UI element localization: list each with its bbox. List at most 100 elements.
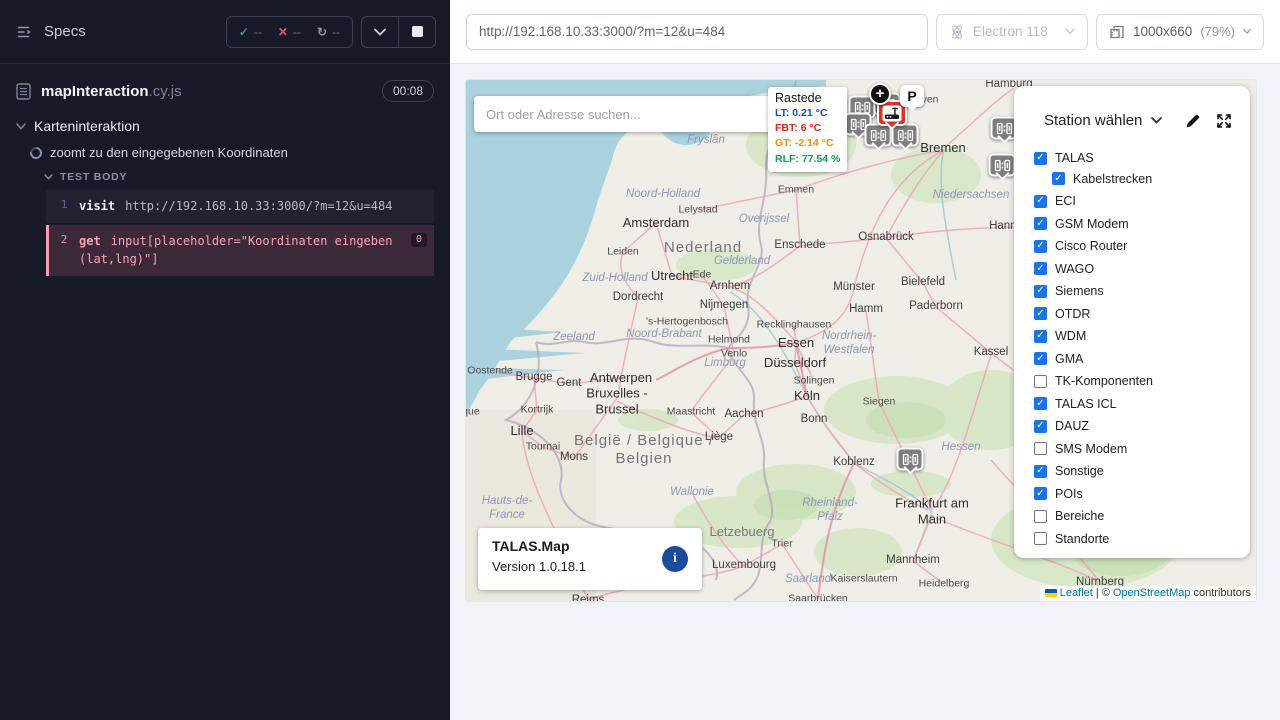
viewport-icon [1109, 24, 1125, 40]
tooltip-measurement: GT: -2.14 °C [775, 136, 840, 151]
station-filter-item[interactable]: ✓ GMA [1034, 352, 1250, 366]
browser-name: Electron 118 [973, 24, 1048, 39]
cluster-marker[interactable]: + [869, 83, 891, 105]
stop-button[interactable] [399, 17, 435, 47]
command-message: http://192.168.10.33:3000/?m=12&u=484 [125, 199, 392, 213]
station-filter-item[interactable]: ✓Sonstige [1034, 464, 1250, 478]
station-marker[interactable] [897, 448, 924, 471]
checkbox-checked-icon[interactable]: ✓ [1034, 330, 1047, 343]
spec-file-icon [16, 83, 31, 100]
tooltip-rows: LT: 0.21 °CFBT: 6 °CGT: -2.14 °CRLF: 77.… [775, 106, 840, 167]
tooltip-title: Rastede [775, 91, 840, 105]
chevron-down-icon [16, 123, 26, 130]
test-title: zoomt zu den eingegebenen Koordinaten [50, 145, 288, 160]
leaflet-link[interactable]: Leaflet [1060, 587, 1093, 599]
station-filter-item[interactable]: ✓WAGO [1034, 262, 1250, 276]
station-filter-item[interactable]: ✓ DAUZ [1034, 419, 1250, 433]
checkbox-checked-icon[interactable]: ✓ [1034, 352, 1047, 365]
checkbox-checked-icon[interactable]: ✓ [1052, 172, 1065, 185]
app-version: Version 1.0.18.1 [492, 559, 688, 574]
osm-link[interactable]: OpenStreetMap [1113, 587, 1191, 599]
suite-karteninteraktion[interactable]: Karteninteraktion [16, 118, 450, 134]
checkbox-checked-icon[interactable]: ✓ [1034, 240, 1047, 253]
checkbox-checked-icon[interactable]: ✓ [1034, 420, 1047, 433]
command-number: 1 [49, 197, 79, 216]
station-marker[interactable] [892, 124, 919, 147]
checkbox-checked-icon[interactable]: ✓ [1034, 307, 1047, 320]
checkbox-unchecked-icon[interactable] [1034, 442, 1047, 455]
command-get[interactable]: 2 getinput[placeholder="Koordinaten eing… [46, 225, 434, 276]
checkbox-unchecked-icon[interactable] [1034, 375, 1047, 388]
edit-pencil-icon[interactable] [1185, 113, 1201, 129]
expand-fullscreen-icon[interactable] [1216, 113, 1232, 129]
station-filter-item[interactable]: ✓ Cisco Router [1034, 239, 1250, 253]
station-filter-item[interactable]: Standorte [1034, 532, 1250, 546]
url-input[interactable] [466, 14, 928, 50]
station-filter-item[interactable]: ✓ Siemens [1034, 284, 1250, 298]
checkbox-checked-icon[interactable]: ✓ [1034, 262, 1047, 275]
aut-stage: HamburgBremerhavenBremenNiedersachsenHan… [450, 64, 1280, 720]
chevron-down-icon [1151, 117, 1162, 124]
aut-topbar: Electron 118 1000x660 (79%) [450, 0, 1280, 64]
command-number: 2 [49, 232, 79, 269]
chevron-down-icon [44, 174, 53, 180]
command-count-badge: 0 [411, 233, 427, 247]
pending-count: -- [332, 25, 340, 39]
specs-menu-icon[interactable] [16, 23, 34, 41]
checkbox-checked-icon[interactable]: ✓ [1034, 487, 1047, 500]
test-body-toggle[interactable]: TEST BODY [44, 171, 450, 183]
ukraine-flag-icon [1045, 589, 1057, 597]
station-filter-item[interactable]: ✓ECI [1034, 194, 1250, 208]
checkbox-checked-icon[interactable]: ✓ [1034, 397, 1047, 410]
collapse-button[interactable] [362, 17, 398, 47]
specs-label: Specs [44, 23, 86, 40]
station-filter-item[interactable]: ✓WDM [1034, 329, 1250, 343]
app-title: TALAS.Map [492, 538, 688, 554]
station-filter-label: DAUZ [1055, 419, 1089, 433]
station-filter-label: Siemens [1055, 284, 1104, 298]
station-filter-label: GMA [1055, 352, 1083, 366]
station-filter-item[interactable]: SMS Modem [1034, 442, 1250, 456]
test-stats: ✓-- ✕-- ↻-- [226, 16, 353, 48]
station-filter-item[interactable]: ✓TALAS [1034, 151, 1250, 165]
suite-title: Karteninteraktion [34, 118, 140, 134]
viewport-zoom: (79%) [1200, 24, 1235, 39]
checkbox-checked-icon[interactable]: ✓ [1034, 285, 1047, 298]
checkbox-unchecked-icon[interactable] [1034, 532, 1047, 545]
checkbox-checked-icon[interactable]: ✓ [1034, 465, 1047, 478]
parking-marker[interactable]: P [900, 85, 924, 107]
station-filter-item[interactable]: ✓POIs [1034, 487, 1250, 501]
station-filter-item[interactable]: ✓GSM Modem [1034, 217, 1250, 231]
station-select-dropdown[interactable]: Station wählen [1044, 112, 1162, 129]
checkbox-checked-icon[interactable]: ✓ [1034, 217, 1047, 230]
spec-row[interactable]: mapInteraction.cy.js 00:08 [0, 64, 450, 112]
tooltip-measurement: FBT: 6 °C [775, 121, 840, 136]
search-input[interactable] [474, 107, 776, 122]
checkbox-unchecked-icon[interactable] [1034, 510, 1047, 523]
running-spinner-icon [28, 144, 45, 161]
station-filter-label: Cisco Router [1055, 239, 1127, 253]
station-filter-label: Kabelstrecken [1073, 172, 1152, 186]
leaflet-map[interactable]: HamburgBremerhavenBremenNiedersachsenHan… [466, 80, 1256, 601]
station-filter-item[interactable]: Bereiche [1034, 509, 1250, 523]
spec-name: mapInteraction [41, 83, 149, 100]
checkbox-checked-icon[interactable]: ✓ [1034, 195, 1047, 208]
station-marker[interactable] [989, 154, 1016, 177]
info-icon[interactable]: i [662, 546, 688, 572]
checkbox-checked-icon[interactable]: ✓ [1034, 152, 1047, 165]
reporter-header: Specs ✓-- ✕-- ↻-- [0, 0, 450, 64]
station-filter-item[interactable]: ✓TALAS ICL [1034, 397, 1250, 411]
test-row[interactable]: zoomt zu den eingegebenen Koordinaten [30, 145, 450, 160]
passed-count: -- [254, 25, 262, 39]
station-marker[interactable] [865, 124, 892, 147]
station-filter-label: OTDR [1055, 307, 1090, 321]
command-visit[interactable]: 1 visithttp://192.168.10.33:3000/?m=12&u… [46, 190, 434, 223]
viewport-select[interactable]: 1000x660 (79%) [1096, 14, 1264, 50]
station-filter-item[interactable]: ✓ Kabelstrecken [1052, 172, 1250, 186]
station-filter-item[interactable]: ✓ OTDR [1034, 307, 1250, 321]
station-tooltip: Rastede LT: 0.21 °CFBT: 6 °CGT: -2.14 °C… [768, 87, 847, 172]
browser-select[interactable]: Electron 118 [936, 14, 1088, 50]
version-card: TALAS.Map Version 1.0.18.1 i [478, 528, 702, 590]
station-filter-item[interactable]: TK-Komponenten [1034, 374, 1250, 388]
tooltip-measurement: RLF: 77.54 % [775, 152, 840, 167]
